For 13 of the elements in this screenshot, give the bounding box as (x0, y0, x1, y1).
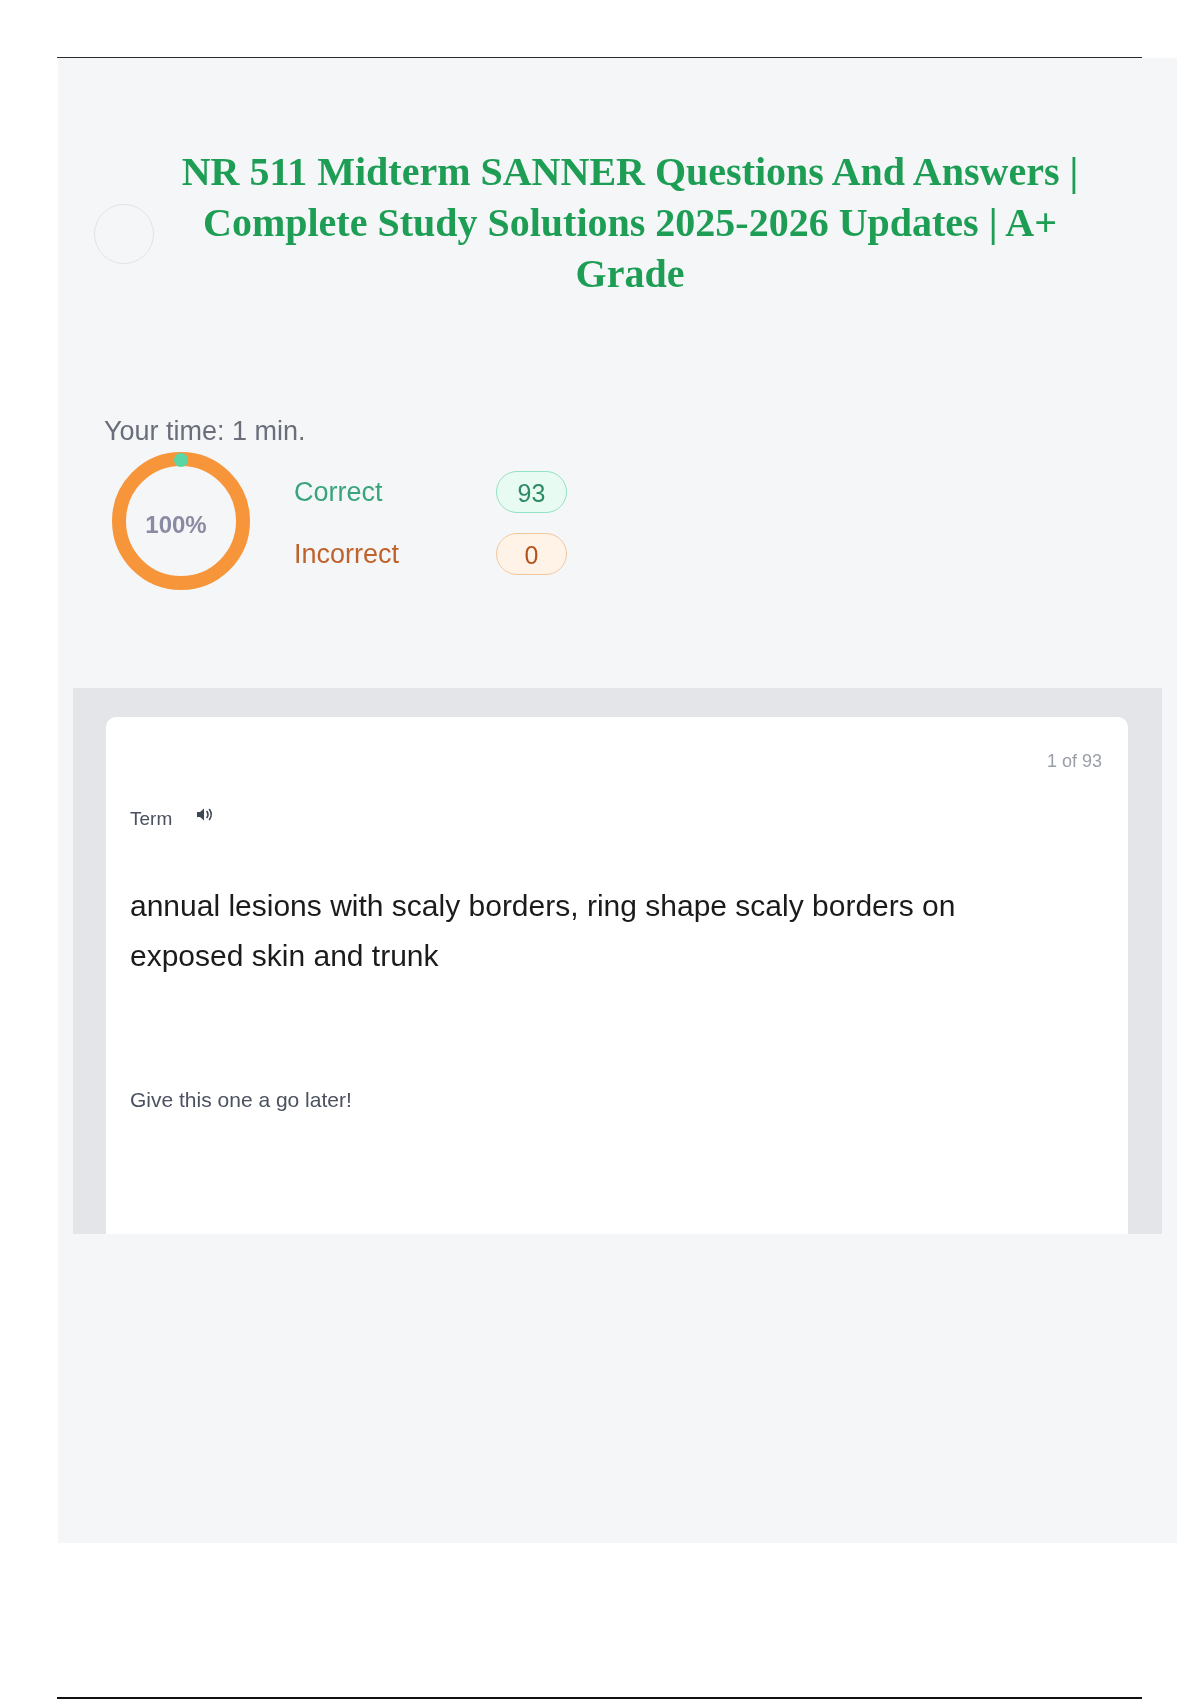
stat-label: Incorrect (294, 538, 400, 571)
speaker-icon[interactable] (196, 807, 215, 822)
page-title: NR 511 Midterm SANNER Questions And Answers | Complete Study Solutions 2025-2026 Updates | A+ Grade (180, 148, 1080, 298)
count-badge: 0 (496, 533, 567, 575)
time-label: Your time: 1 min. (104, 416, 306, 446)
card-counter: 1 of 93 (1046, 750, 1102, 772)
term-text: annual lesions with scaly borders, ring shape scaly borders on exposed skin and trunk (130, 888, 957, 974)
side-label: Term (130, 807, 173, 830)
score-percent: 100% (145, 511, 207, 539)
dot-icon (174, 453, 188, 467)
count-badge: 93 (496, 471, 567, 513)
stat-label: Correct (294, 476, 383, 509)
hint-text: Give this one a go later! (130, 1087, 352, 1113)
